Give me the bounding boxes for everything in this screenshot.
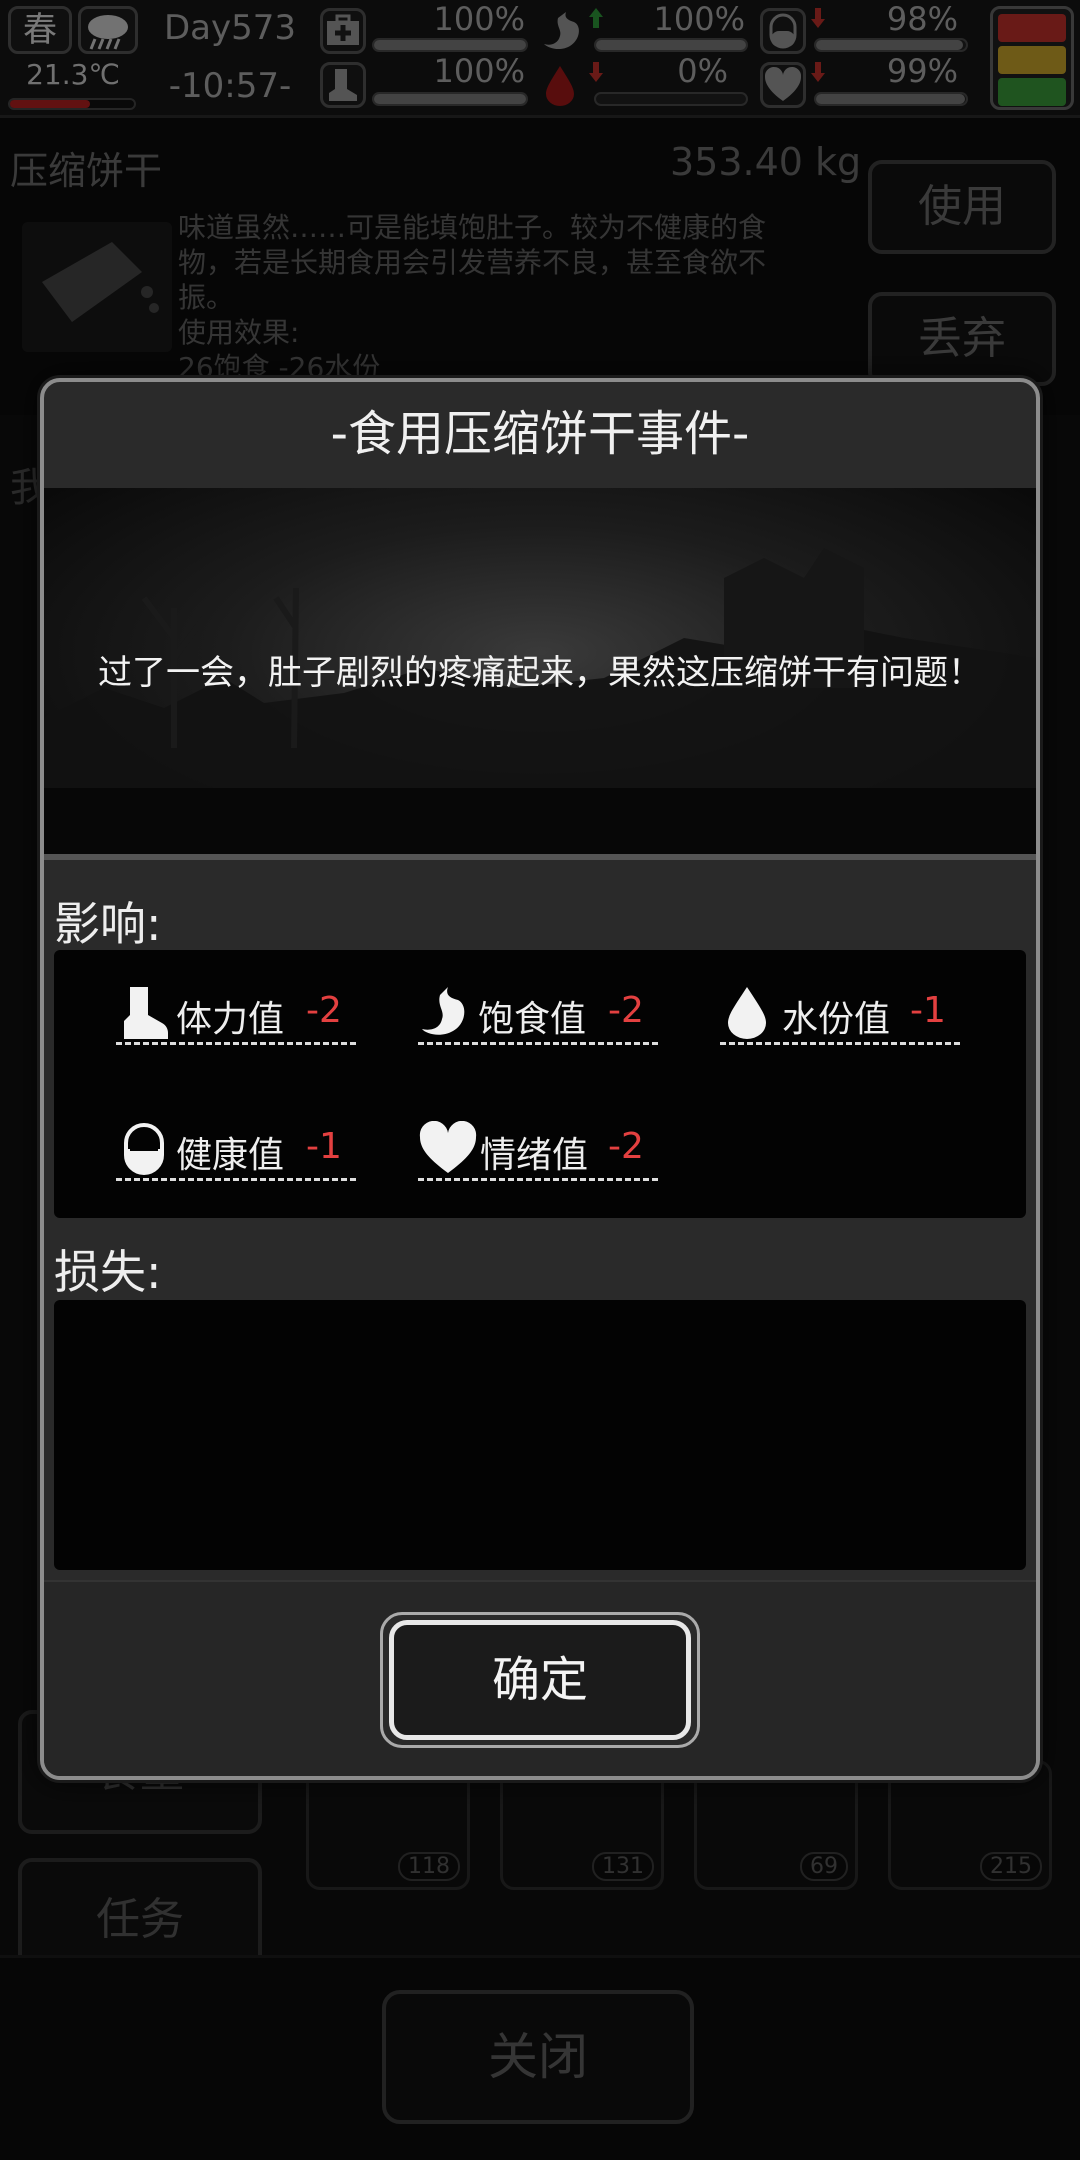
drop-icon <box>724 985 776 1041</box>
effect-name: 情绪值 <box>480 1135 589 1176</box>
effect-value: -2 <box>306 990 342 1031</box>
effect-value: -2 <box>608 1126 644 1167</box>
effect-name: 健康值 <box>176 1135 285 1176</box>
effect-name: 水份值 <box>782 999 891 1040</box>
pill-icon <box>120 1121 172 1177</box>
effects-label: 影响: <box>54 897 162 951</box>
effect-value: -1 <box>910 990 946 1031</box>
loss-panel <box>54 1300 1026 1570</box>
loss-label: 损失: <box>54 1245 162 1299</box>
event-message: 过了一会，肚子剧烈的疼痛起来，果然这压缩饼干有问题！ <box>98 653 982 693</box>
effect-value: -1 <box>306 1126 342 1167</box>
confirm-button[interactable]: 确定 <box>389 1620 691 1740</box>
boot-icon <box>118 985 170 1041</box>
dialog-title: -食用压缩饼干事件- <box>330 406 750 462</box>
heart-icon <box>418 1120 478 1177</box>
effect-name: 体力值 <box>176 999 285 1040</box>
stomach-icon <box>420 985 472 1041</box>
effect-value: -2 <box>608 990 644 1031</box>
effect-name: 饱食值 <box>478 999 587 1040</box>
